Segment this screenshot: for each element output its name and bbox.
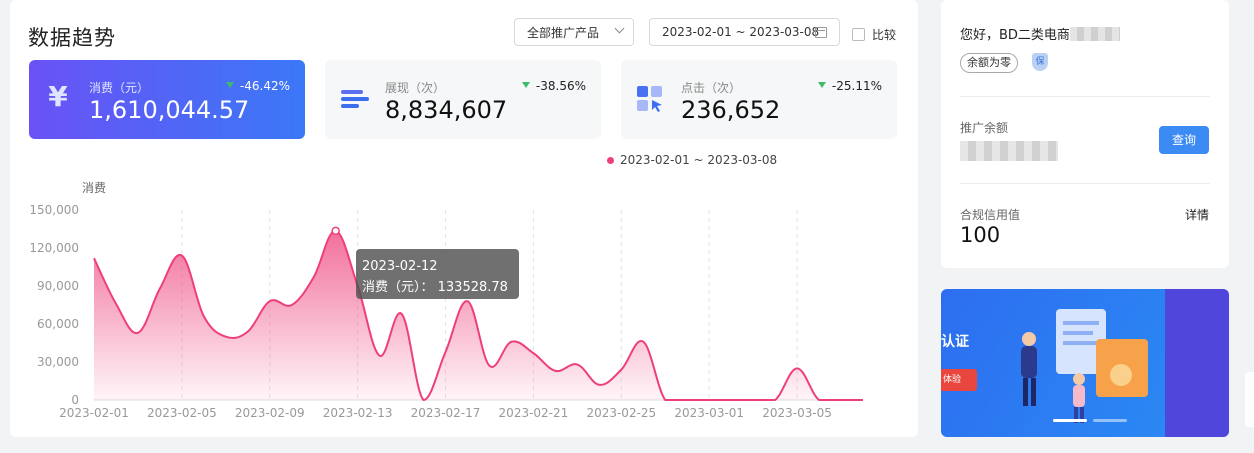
click-grid-icon <box>637 86 662 112</box>
side-drawer-tab[interactable] <box>1245 372 1254 427</box>
down-triangle-icon <box>817 82 826 88</box>
date-range-value: 2023-02-01 ~ 2023-03-08 <box>662 25 820 39</box>
carousel-dot-active[interactable] <box>1053 419 1087 422</box>
banner-button[interactable]: 体验 <box>941 369 977 391</box>
x-tick-label: 2023-03-01 <box>674 406 744 420</box>
y-tick-label: 90,000 <box>37 279 79 293</box>
y-tick-label: 0 <box>71 393 79 407</box>
metric-value: 1,610,044.57 <box>89 96 250 124</box>
down-triangle-icon <box>225 82 234 88</box>
masked-balance <box>960 141 1058 161</box>
product-select[interactable]: 全部推广产品 <box>514 18 634 46</box>
query-button[interactable]: 查询 <box>1159 126 1209 154</box>
divider <box>960 183 1210 184</box>
legend-dot-icon <box>607 156 614 164</box>
metric-card-impressions[interactable]: 展现（次） 8,834,607 -38.56% <box>325 60 601 139</box>
metric-change: -46.42% <box>225 79 290 93</box>
x-tick-label: 2023-02-01 <box>59 406 129 420</box>
y-tick-label: 150,000 <box>29 203 79 217</box>
x-tick-label: 2023-02-21 <box>499 406 569 420</box>
balance-value <box>960 140 1058 162</box>
y-tick-label: 60,000 <box>37 317 79 331</box>
tooltip-date: 2023-02-12 <box>362 259 438 274</box>
yen-icon: ¥ <box>48 80 68 113</box>
x-tick-label: 2023-02-25 <box>586 406 656 420</box>
y-tick-label: 120,000 <box>29 241 79 255</box>
metric-card-spend[interactable]: ¥ 消费（元） 1,610,044.57 -46.42% <box>29 60 305 139</box>
credit-label: 合规信用值 <box>960 208 1021 222</box>
account-panel: 您好，BD二类电商 余额为零 保 推广余额 查询 合规信用值 100 详情 <box>941 0 1229 268</box>
promo-banner[interactable]: 认证 体验 <box>941 289 1229 437</box>
metric-label: 展现（次） <box>385 81 446 95</box>
chart-tooltip: 2023-02-12 消费（元）： 133528.78 <box>356 249 519 299</box>
calendar-icon <box>815 27 827 38</box>
metric-label: 点击（次） <box>681 81 742 95</box>
spend-trend-chart[interactable]: 消费150,000120,00090,00060,00030,00002023-… <box>10 170 918 437</box>
legend-label: 2023-02-01 ~ 2023-03-08 <box>620 153 778 167</box>
carousel-dots[interactable] <box>1053 419 1127 422</box>
x-tick-label: 2023-02-09 <box>235 406 305 420</box>
compare-label: 比较 <box>872 28 897 42</box>
bars-icon <box>341 90 369 108</box>
banner-illustration <box>1021 309 1148 423</box>
date-range-picker[interactable]: 2023-02-01 ~ 2023-03-08 <box>649 18 840 46</box>
credit-value: 100 <box>960 223 1001 247</box>
banner-text: 认证 <box>941 334 969 350</box>
down-triangle-icon <box>521 82 530 88</box>
greeting: 您好，BD二类电商 <box>960 24 1120 43</box>
carousel-dot[interactable] <box>1093 419 1127 422</box>
x-tick-label: 2023-02-05 <box>147 406 217 420</box>
x-tick-label: 2023-02-13 <box>323 406 393 420</box>
product-select-value: 全部推广产品 <box>527 25 600 40</box>
divider <box>960 96 1210 97</box>
x-tick-label: 2023-03-05 <box>762 406 832 420</box>
metric-label: 消费（元） <box>89 81 150 95</box>
balance-status-badge: 余额为零 <box>960 53 1018 73</box>
metric-card-clicks[interactable]: 点击（次） 236,652 -25.11% <box>621 60 897 139</box>
metric-value: 236,652 <box>681 96 781 124</box>
chart-legend[interactable]: 2023-02-01 ~ 2023-03-08 <box>607 153 777 167</box>
next-slide-preview[interactable] <box>1165 289 1229 437</box>
detail-link[interactable]: 详情 <box>1185 206 1209 223</box>
data-trend-panel: 数据趋势 全部推广产品 2023-02-01 ~ 2023-03-08 比较 ¥… <box>10 0 918 437</box>
balance-label: 推广余额 <box>960 121 1009 135</box>
x-tick-label: 2023-02-17 <box>411 406 481 420</box>
masked-name <box>1069 27 1120 41</box>
highlight-point <box>331 226 340 236</box>
metric-value: 8,834,607 <box>385 96 508 124</box>
metric-change: -25.11% <box>817 79 882 93</box>
y-axis-label: 消费 <box>82 181 106 195</box>
page-title: 数据趋势 <box>28 26 116 50</box>
shield-icon[interactable]: 保 <box>1032 53 1048 71</box>
tooltip-value: 消费（元）： 133528.78 <box>362 280 508 295</box>
compare-checkbox[interactable]: 比较 <box>852 26 896 43</box>
checkbox-box[interactable] <box>852 28 865 41</box>
y-tick-label: 30,000 <box>37 355 79 369</box>
chevron-down-icon <box>614 23 625 34</box>
metric-change: -38.56% <box>521 79 586 93</box>
